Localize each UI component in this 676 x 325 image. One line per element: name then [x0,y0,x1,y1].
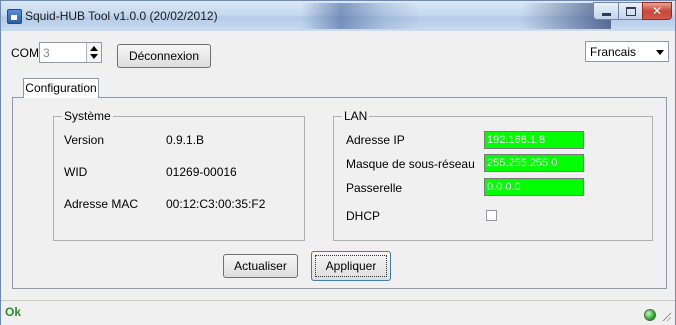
minimize-icon [601,12,611,16]
apply-button[interactable]: Appliquer [311,251,391,281]
chevron-down-icon[interactable] [656,50,664,55]
mask-field[interactable]: 255.255.255.0 [484,154,584,172]
title-bar-decoration [301,3,421,29]
window-title: Squid-HUB Tool v1.0.0 (20/02/2012) [25,9,218,23]
com-label: COM [11,46,39,60]
system-legend: Système [62,109,113,123]
minimize-button[interactable] [593,2,619,20]
dhcp-checkbox[interactable] [486,210,497,221]
status-bar: Ok [1,300,675,325]
maximize-icon [625,6,636,16]
com-port-value[interactable]: 3 [43,46,50,60]
mac-label: Adresse MAC [64,197,139,211]
stepper-arrows[interactable] [86,43,101,62]
wid-value: 01269-00016 [166,165,237,179]
wid-label: WID [64,165,88,179]
main-window: Squid-HUB Tool v1.0.0 (20/02/2012) ✕ COM… [0,0,676,325]
focus-rect [315,255,387,277]
close-button[interactable]: ✕ [642,2,672,20]
refresh-button[interactable]: Actualiser [223,254,298,278]
app-icon [7,9,22,24]
stepper-up-icon[interactable] [90,46,98,51]
disconnect-button[interactable]: Déconnexion [117,44,211,68]
dhcp-label: DHCP [346,209,381,223]
com-port-stepper[interactable]: 3 [39,42,102,63]
system-group: Système Version 0.9.1.B WID 01269-00016 … [53,109,305,241]
lan-legend: LAN [342,109,370,123]
mask-label: Masque de sous-réseau [346,157,475,171]
language-value: Francais [590,45,637,59]
gateway-label: Passerelle [346,181,403,195]
close-icon: ✕ [651,4,663,18]
language-select[interactable]: Francais [585,41,669,62]
lan-group: LAN Adresse IP 192.168.1.8 Masque de sou… [333,109,653,241]
stepper-down-icon[interactable] [90,54,98,59]
title-bar[interactable]: Squid-HUB Tool v1.0.0 (20/02/2012) ✕ [1,1,675,31]
mac-value: 00:12:C3:00:35:F2 [166,197,266,211]
version-label: Version [64,133,105,147]
status-led-icon [644,309,656,321]
resize-grip-icon[interactable] [661,311,671,321]
gateway-field[interactable]: 0.0.0.0 [484,178,584,196]
version-value: 0.9.1.B [166,133,205,147]
ip-field[interactable]: 192.168.1.8 [484,131,584,149]
maximize-button[interactable] [618,2,643,20]
status-text: Ok [5,305,22,319]
tab-configuration[interactable]: Configuration [23,78,99,98]
ip-label: Adresse IP [346,133,405,147]
